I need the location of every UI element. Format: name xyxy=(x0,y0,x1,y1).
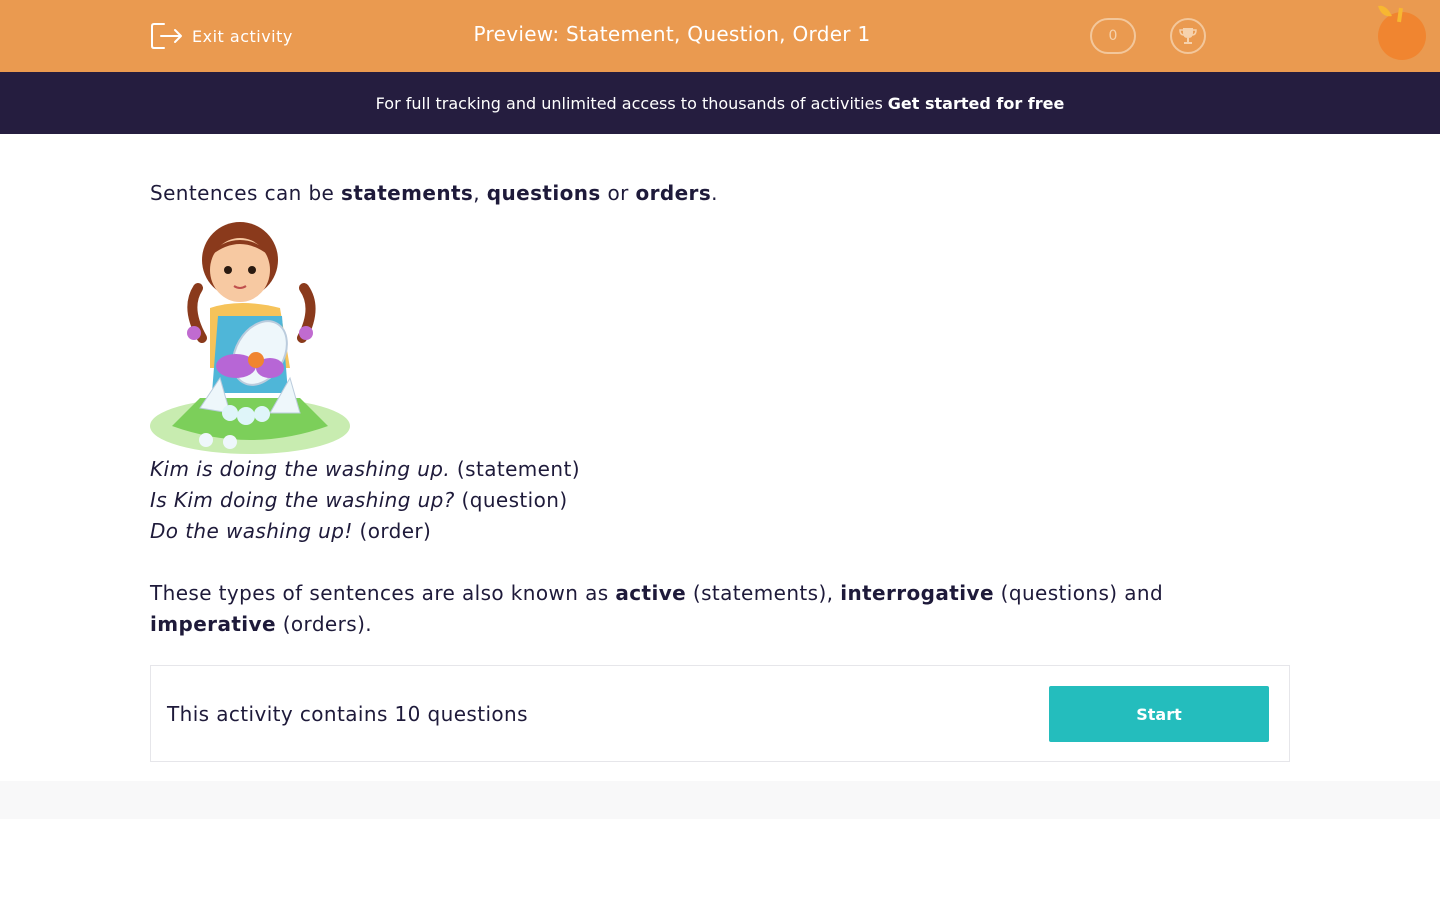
example-line: Kim is doing the washing up. (statement) xyxy=(150,454,580,485)
footer-strip xyxy=(0,781,1440,819)
intro-part-1: Sentences can be xyxy=(150,181,342,205)
trophy-button[interactable] xyxy=(1170,18,1206,54)
banner-text: For full tracking and unlimited access t… xyxy=(375,93,883,113)
example-sentence: Do the washing up! xyxy=(150,519,353,543)
term-statements: statements xyxy=(341,181,474,205)
example-sentences: Kim is doing the washing up. (statement)… xyxy=(150,454,580,547)
score-badge: 0 xyxy=(1090,18,1136,54)
para-part-4: (orders). xyxy=(275,612,373,636)
example-type: (order) xyxy=(352,519,432,543)
question-count-text: This activity contains 10 questions xyxy=(167,702,528,726)
para-part-2: (statements), xyxy=(686,581,841,605)
top-bar: Exit activity Preview: Statement, Questi… xyxy=(0,0,1440,72)
start-button[interactable]: Start xyxy=(1049,686,1269,742)
intro-or: or xyxy=(600,181,636,205)
intro-comma: , xyxy=(473,181,487,205)
example-sentence: Kim is doing the washing up. xyxy=(150,457,451,481)
trophy-icon xyxy=(1179,28,1197,44)
term-orders: orders xyxy=(635,181,712,205)
girl-washing-up-illustration xyxy=(150,222,350,454)
activity-card: This activity contains 10 questions Star… xyxy=(150,665,1290,762)
term-active: active xyxy=(615,581,687,605)
example-type: (statement) xyxy=(450,457,580,481)
para-part-1: These types of sentences are also known … xyxy=(150,581,616,605)
term-questions: questions xyxy=(486,181,601,205)
example-line: Do the washing up! (order) xyxy=(150,516,580,547)
orange-logo xyxy=(1378,5,1426,60)
para-part-3: (questions) and xyxy=(993,581,1164,605)
intro-text: Sentences can be statements, questions o… xyxy=(150,178,1290,209)
example-type: (question) xyxy=(454,488,568,512)
page-title: Preview: Statement, Question, Order 1 xyxy=(473,22,871,46)
example-line: Is Kim doing the washing up? (question) xyxy=(150,485,580,516)
intro-period: . xyxy=(711,181,718,205)
get-started-link[interactable]: Get started for free xyxy=(888,94,1065,113)
signup-banner: For full tracking and unlimited access t… xyxy=(0,72,1440,134)
term-imperative: imperative xyxy=(150,612,276,636)
term-interrogative: interrogative xyxy=(840,581,994,605)
explanation-paragraph: These types of sentences are also known … xyxy=(150,578,1250,640)
example-sentence: Is Kim doing the washing up? xyxy=(150,488,455,512)
